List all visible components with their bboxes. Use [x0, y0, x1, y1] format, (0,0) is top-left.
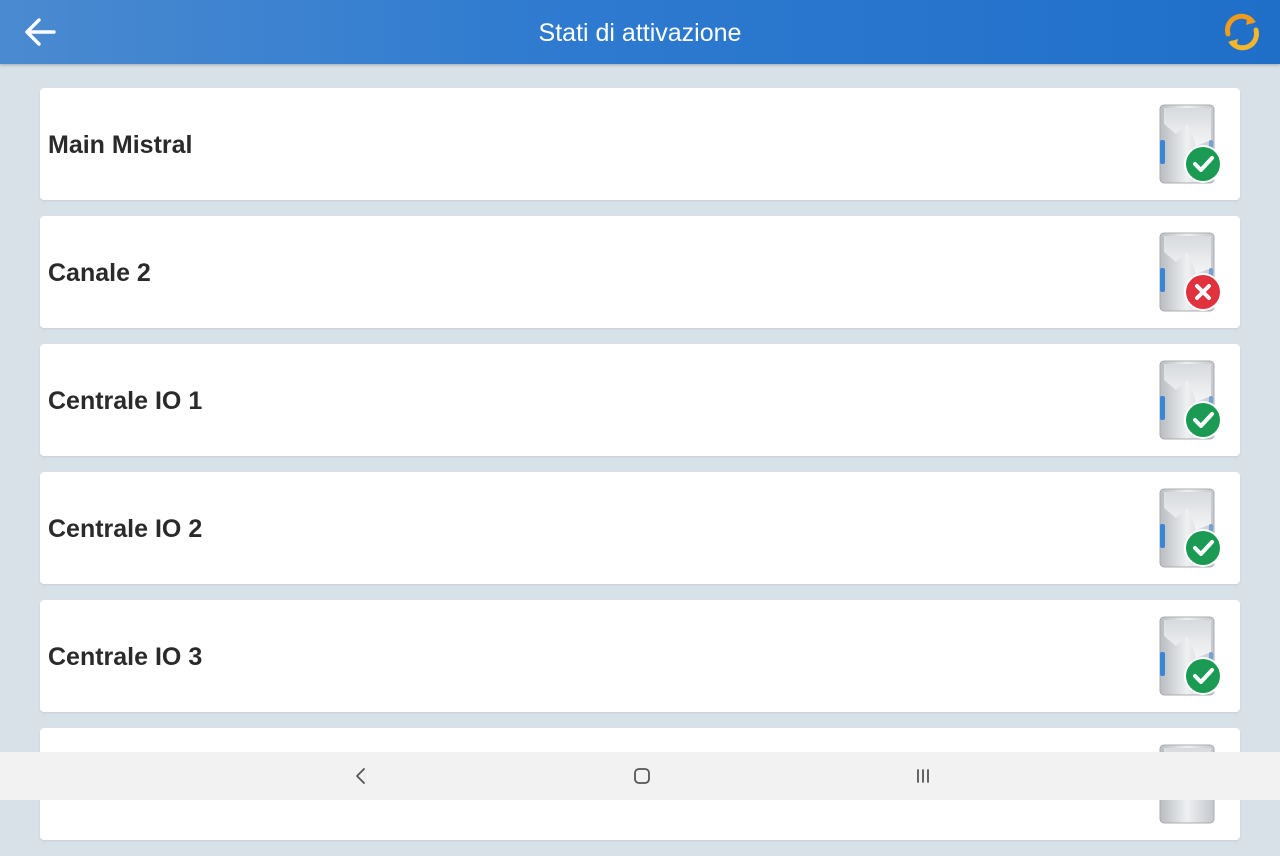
nav-home-button[interactable]: [612, 752, 672, 800]
nav-home-icon: [634, 768, 650, 784]
device-name: Centrale IO 3: [48, 643, 203, 671]
device-name: Main Mistral: [48, 131, 193, 159]
device-row-canale-2[interactable]: Canale 2: [40, 216, 1240, 328]
nav-recents-button[interactable]: [893, 752, 953, 800]
refresh-button[interactable]: [1218, 8, 1266, 56]
device-name: Canale 2: [48, 259, 151, 287]
device-name: Centrale IO 1: [48, 387, 203, 415]
device-active-icon: [1159, 488, 1222, 568]
page-title: Stati di attivazione: [538, 19, 742, 47]
device-active-icon: [1159, 360, 1222, 440]
device-name: Centrale IO 2: [48, 515, 203, 543]
nav-back-button[interactable]: [331, 752, 391, 800]
device-row-centrale-io-3[interactable]: Centrale IO 3: [40, 600, 1240, 712]
refresh-icon: [1225, 13, 1259, 51]
device-row-centrale-io-2[interactable]: Centrale IO 2: [40, 472, 1240, 584]
app-bar: Stati di attivazione: [0, 0, 1280, 64]
back-button[interactable]: [16, 8, 64, 56]
device-active-icon: [1159, 616, 1222, 696]
device-row-main-mistral[interactable]: Main Mistral: [40, 88, 1240, 200]
device-inactive-icon: [1159, 232, 1222, 312]
arrow-left-icon: [25, 18, 56, 46]
device-active-icon: [1159, 104, 1222, 184]
nav-back-icon: [356, 768, 365, 784]
device-row-centrale-io-1[interactable]: Centrale IO 1: [40, 344, 1240, 456]
nav-recents-icon: [917, 769, 929, 783]
system-nav-bar: [0, 752, 1280, 800]
device-list: Main Mistral Canale 2 Centrale IO 1 Cent…: [40, 88, 1240, 856]
